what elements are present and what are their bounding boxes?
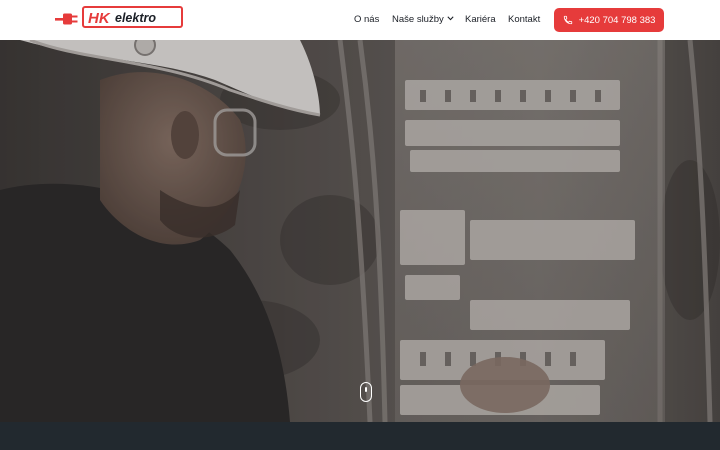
nav-item-career[interactable]: Kariéra [465, 13, 496, 27]
dark-section [0, 422, 720, 450]
main-nav: O nás Naše služby Kariéra Kontakt +420 7… [0, 0, 720, 40]
site-header: HK elektro O nás Naše služby Kariéra Kon… [0, 0, 720, 40]
nav-item-about[interactable]: O nás [354, 13, 379, 27]
nav-item-contact[interactable]: Kontakt [508, 13, 540, 27]
phone-number: +420 704 798 383 [578, 14, 656, 26]
hero-image [0, 40, 720, 422]
nav-item-services[interactable]: Naše služby [392, 13, 454, 27]
mouse-scroll-icon[interactable] [360, 382, 372, 402]
scroll-dot [364, 387, 367, 392]
phone-icon [563, 15, 572, 25]
nav-item-services-label: Naše služby [392, 14, 444, 25]
chevron-down-icon [447, 16, 454, 21]
phone-button[interactable]: +420 704 798 383 [554, 8, 664, 32]
